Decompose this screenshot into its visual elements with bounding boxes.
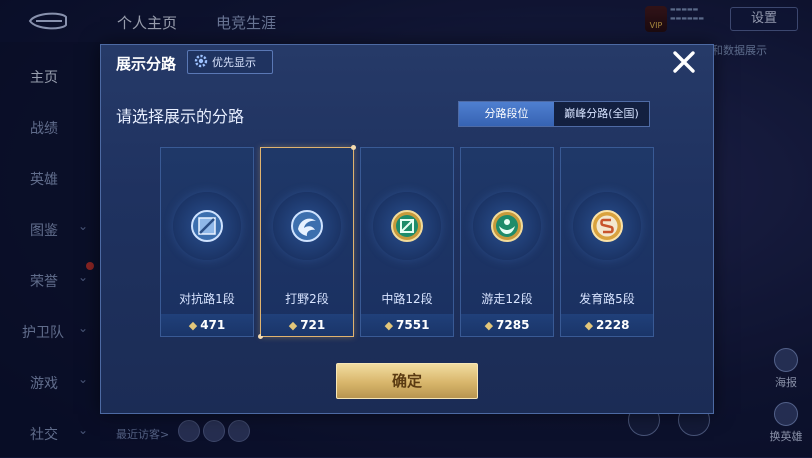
lane-score: ◆ 471 bbox=[161, 314, 253, 336]
confirm-button[interactable]: 确定 bbox=[336, 363, 478, 399]
lane-card-clash[interactable]: 对抗路1段 ◆ 471 bbox=[160, 147, 254, 337]
lane-card-farm[interactable]: 发育路5段 ◆ 2228 bbox=[560, 147, 654, 337]
rank-emblem bbox=[573, 192, 641, 260]
roam-emblem-icon bbox=[491, 210, 523, 242]
lane-name: 打野2段 bbox=[285, 292, 329, 306]
rank-emblem bbox=[273, 192, 341, 260]
lane-card-mid[interactable]: 中路12段 ◆ 7551 bbox=[360, 147, 454, 337]
dialog-title: 展示分路 bbox=[116, 55, 177, 73]
lane-score: ◆ 7285 bbox=[461, 314, 553, 336]
clash-lane-emblem-icon bbox=[191, 210, 223, 242]
gear-icon bbox=[194, 54, 208, 68]
lane-display-dialog: 展示分路 优先显示 请选择展示的分路 分路段位 巅峰分路(全国) 对抗路1段 ◆… bbox=[100, 44, 714, 414]
tab-lane-rank[interactable]: 分路段位 bbox=[459, 102, 554, 126]
lane-score: ◆ 2228 bbox=[561, 314, 653, 336]
lane-score: ◆ 7551 bbox=[361, 314, 453, 336]
priority-display-button[interactable]: 优先显示 bbox=[187, 50, 273, 74]
lane-name: 对抗路1段 bbox=[179, 292, 235, 306]
tab-peak-lane[interactable]: 巅峰分路(全国) bbox=[554, 102, 649, 126]
farm-lane-emblem-icon bbox=[591, 210, 623, 242]
view-toggle: 分路段位 巅峰分路(全国) bbox=[458, 101, 650, 127]
rank-emblem bbox=[373, 192, 441, 260]
lane-card-jungle[interactable]: 打野2段 ◆ 721 bbox=[258, 145, 356, 339]
score-icon: ◆ bbox=[484, 318, 494, 332]
score-icon: ◆ bbox=[384, 318, 394, 332]
mid-lane-emblem-icon bbox=[391, 210, 423, 242]
close-icon[interactable] bbox=[671, 49, 697, 75]
selection-corner bbox=[351, 145, 356, 150]
jungle-emblem-icon bbox=[291, 210, 323, 242]
score-icon: ◆ bbox=[584, 318, 594, 332]
lane-score: ◆ 721 bbox=[261, 314, 353, 336]
score-icon: ◆ bbox=[188, 318, 198, 332]
lane-name: 发育路5段 bbox=[579, 292, 635, 306]
rank-emblem bbox=[173, 192, 241, 260]
lane-card-roam[interactable]: 游走12段 ◆ 7285 bbox=[460, 147, 554, 337]
score-icon: ◆ bbox=[288, 318, 298, 332]
lane-name: 中路12段 bbox=[381, 292, 433, 306]
dialog-subtitle: 请选择展示的分路 bbox=[116, 107, 245, 126]
rank-emblem bbox=[473, 192, 541, 260]
lane-name: 游走12段 bbox=[481, 292, 533, 306]
